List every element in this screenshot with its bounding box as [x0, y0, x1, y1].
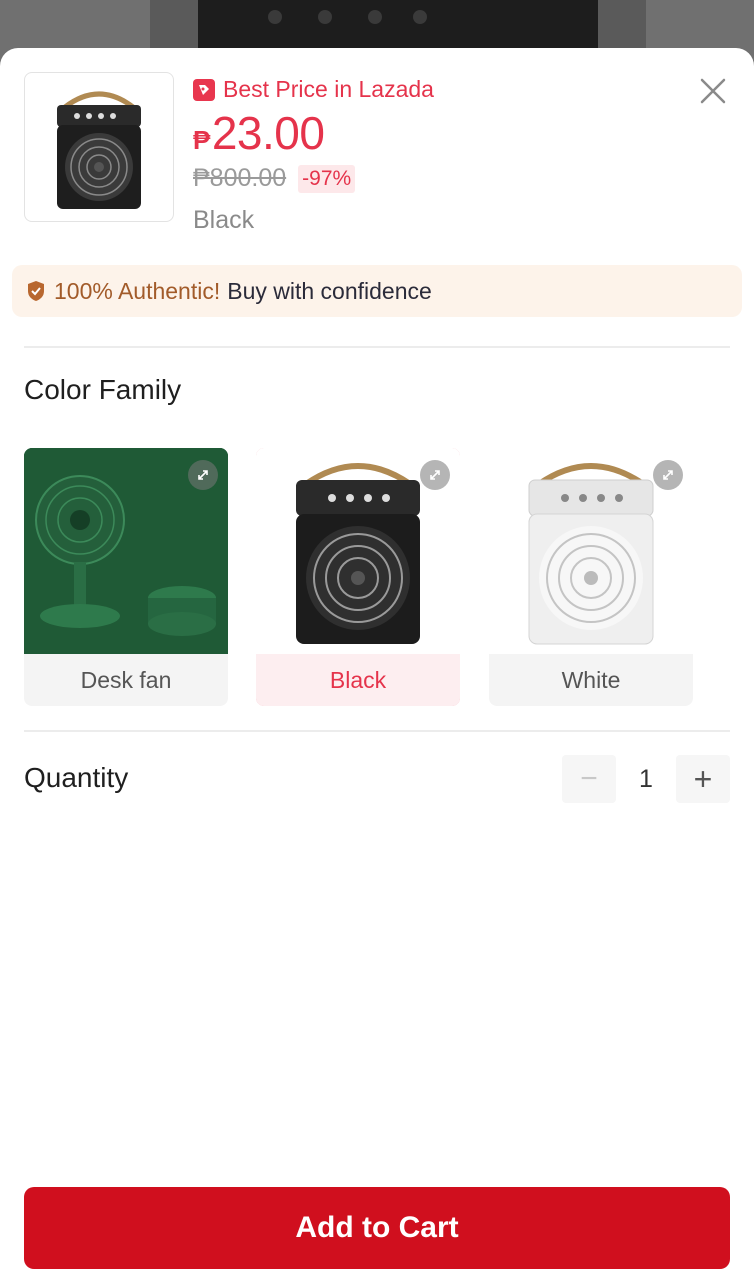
product-thumbnail [24, 72, 174, 222]
quantity-increase-button[interactable]: + [676, 755, 730, 803]
color-option-white[interactable]: White [489, 448, 693, 706]
close-icon[interactable] [696, 74, 730, 108]
lazada-icon [193, 78, 215, 101]
original-price-row: ₱800.00 -97% [193, 164, 356, 193]
expand-icon[interactable] [188, 460, 218, 490]
expand-icon[interactable] [653, 460, 683, 490]
color-option-black[interactable]: Black [256, 448, 460, 706]
option-image [24, 448, 228, 654]
option-label: White [489, 654, 693, 706]
variant-selection-sheet: Best Price in Lazada ₱ 23.00 ₱800.00 -97… [0, 48, 754, 1280]
quantity-label: Quantity [24, 762, 129, 793]
best-price-badge: Best Price in Lazada [193, 76, 434, 103]
option-label: Black [256, 654, 460, 706]
shield-icon [28, 281, 44, 301]
backdrop-button-dot [268, 10, 282, 24]
option-image [489, 448, 693, 654]
backdrop-button-dot [413, 10, 427, 24]
divider [24, 730, 730, 732]
color-family-title: Color Family [24, 374, 182, 405]
price-value: 23.00 [211, 107, 325, 159]
best-price-text: Best Price in Lazada [223, 76, 434, 102]
option-image [256, 448, 460, 654]
selected-variant: Black [193, 206, 255, 234]
color-option-desk-fan[interactable]: Desk fan [24, 448, 228, 706]
quantity-value[interactable]: 1 [620, 755, 672, 803]
original-price: ₱800.00 [193, 164, 287, 192]
divider [24, 346, 730, 348]
authentic-text: Buy with confidence [227, 277, 432, 304]
currency-symbol: ₱ [193, 125, 210, 155]
option-label: Desk fan [24, 654, 228, 706]
current-price: ₱ 23.00 [193, 106, 325, 160]
fan-image-black [57, 91, 141, 209]
discount-badge: -97% [298, 164, 356, 193]
expand-icon[interactable] [420, 460, 450, 490]
backdrop-button-dot [318, 10, 332, 24]
authentic-highlight: 100% Authentic! [54, 277, 221, 304]
quantity-decrease-button[interactable]: − [562, 755, 616, 803]
add-to-cart-button[interactable]: Add to Cart [24, 1187, 730, 1269]
authentic-banner: 100% Authentic! Buy with confidence [12, 265, 742, 317]
backdrop-button-dot [368, 10, 382, 24]
